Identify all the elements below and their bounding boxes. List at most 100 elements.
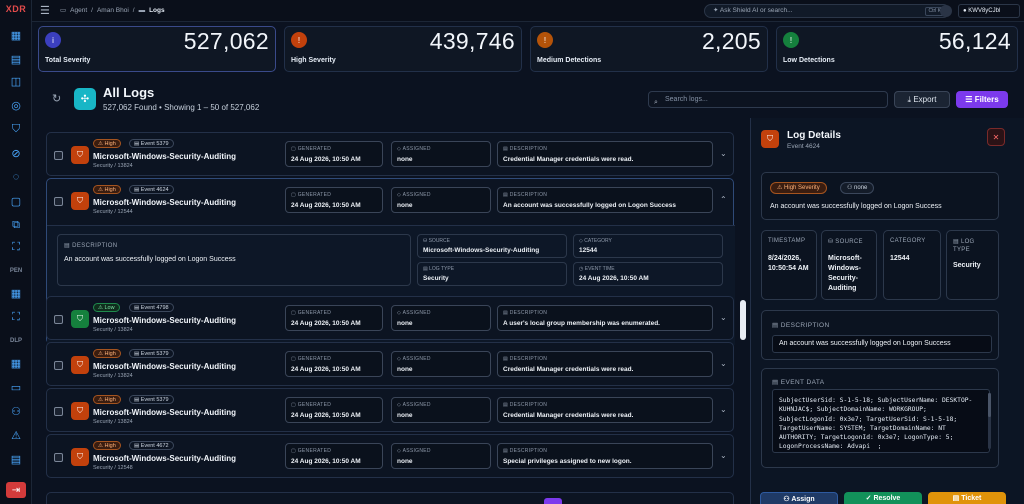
docs-icon[interactable]: ▢	[9, 194, 23, 208]
stat-label: High Severity	[291, 57, 336, 64]
assistant-fab[interactable]	[544, 498, 562, 504]
filters-button[interactable]: ☰ Filters	[956, 91, 1008, 108]
shield-nav-icon[interactable]: ⛉	[9, 122, 23, 136]
description-label: ▤ DESCRIPTION	[503, 448, 548, 454]
log-meta: Security / 12548	[93, 465, 133, 471]
alert-icon[interactable]: ◌	[9, 170, 23, 184]
resolve-label: Resolve	[873, 495, 901, 502]
chevron-down-icon[interactable]: ⌄	[720, 359, 727, 368]
timestamp-card: TIMESTAMP 8/24/2026, 10:50:54 AM	[761, 230, 817, 300]
breadcrumb-item[interactable]: Agent	[70, 7, 87, 14]
generated-label: ▢ GENERATED	[291, 448, 332, 454]
menu-icon[interactable]: ☰	[40, 4, 50, 17]
log-row[interactable]: ⛉ ⚠ High ▤ Event 4672 Microsoft-Windows-Sec…	[46, 434, 734, 478]
dlp-monitor-icon[interactable]: ▭	[9, 380, 23, 394]
stat-card-medium[interactable]: ! 2,205 Medium Detections	[530, 26, 768, 72]
endpoint-icon[interactable]: ▤	[9, 52, 23, 66]
event-data-box: ▤ EVENT DATA SubjectUserSid: S-1-5-18; S…	[761, 368, 999, 468]
stats-row: i 527,062 Total Severity ! 439,746 High …	[38, 26, 1018, 72]
description-value: An account was successfully logged on Lo…	[503, 202, 677, 209]
stat-card-high[interactable]: ! 439,746 High Severity	[284, 26, 522, 72]
logs-icon: ✣	[74, 88, 96, 110]
row-checkbox[interactable]	[54, 407, 63, 416]
description-field: ▤ DESCRIPTION Special privileges assigned…	[497, 443, 713, 469]
generated-field: ▢ GENERATED 24 Aug 2026, 10:50 AM	[285, 187, 383, 213]
ticket-button[interactable]: ▤ Ticket	[928, 492, 1006, 504]
block-icon[interactable]: ⊘	[9, 146, 23, 160]
row-checkbox[interactable]	[54, 453, 63, 462]
monitor-icon[interactable]: ◫	[9, 74, 23, 88]
logout-icon[interactable]: ⇥	[6, 482, 26, 498]
severity-badge: ⚠ High	[93, 185, 121, 194]
event-data-scrollbar[interactable]	[988, 393, 991, 449]
logtype-label: ▤ LOG TYPE	[953, 239, 975, 253]
chevron-down-icon[interactable]: ⌄	[720, 451, 727, 460]
radar-icon[interactable]: ◎	[9, 98, 23, 112]
report-icon[interactable]: ▤	[9, 452, 23, 466]
theme-toggle-icon[interactable]	[940, 5, 952, 17]
row-checkbox[interactable]	[54, 151, 63, 160]
severity-label: High	[104, 443, 116, 449]
assigned-value: none	[397, 458, 413, 465]
description-value: Credential Manager credentials were read…	[503, 156, 634, 163]
assigned-field: ◇ ASSIGNED none	[391, 141, 491, 167]
close-icon[interactable]: ✕	[987, 128, 1005, 146]
log-row[interactable]: ⛉ ⚠ High ▤ Event 5379 Microsoft-Windows-Sec…	[46, 388, 734, 432]
warning-icon: !	[537, 32, 553, 48]
stat-value: 527,062	[183, 28, 269, 54]
generated-field: ▢ GENERATED 24 Aug 2026, 10:50 AM	[285, 443, 383, 469]
generated-field: ▢ GENERATED 24 Aug 2026, 10:50 AM	[285, 305, 383, 331]
export-button[interactable]: ⤓ Export	[894, 91, 950, 108]
severity-label: High	[104, 141, 116, 147]
severity-badge: ⚠ High	[93, 139, 121, 148]
expanded-eventtime: ◷ EVENT TIME 24 Aug 2026, 10:50 AM	[573, 262, 723, 286]
row-checkbox[interactable]	[54, 315, 63, 324]
refresh-icon[interactable]: ↻	[52, 92, 61, 105]
event-data-header: ▤ EVENT DATA	[772, 379, 825, 386]
row-checkbox[interactable]	[54, 197, 63, 206]
pen-grid-icon[interactable]: ▦	[9, 286, 23, 300]
scan-icon[interactable]: ⛶	[9, 240, 23, 254]
generated-field: ▢ GENERATED 24 Aug 2026, 10:50 AM	[285, 351, 383, 377]
chevron-down-icon[interactable]: ⌄	[720, 149, 727, 158]
stat-label: Total Severity	[45, 57, 91, 64]
generated-value: 24 Aug 2026, 10:50 AM	[291, 156, 361, 163]
filters-label: Filters	[974, 95, 999, 104]
chevron-up-icon[interactable]: ⌃	[720, 195, 727, 204]
network-icon[interactable]: ⧉	[9, 218, 23, 232]
source-label: ⛁ SOURCE	[828, 239, 863, 245]
user-name: KWV8yCJbl	[968, 8, 1001, 14]
expanded-description-value: An account was successfully logged on Lo…	[64, 256, 236, 263]
severity-label: Low	[104, 305, 115, 311]
ticket-label: Ticket	[961, 495, 982, 502]
resolve-button[interactable]: ✓ Resolve	[844, 492, 922, 504]
event-data-scroll-thumb[interactable]	[988, 393, 991, 417]
breadcrumb-item[interactable]: Aman Bhoi	[97, 7, 129, 14]
assigned-value: none	[397, 320, 413, 327]
ai-search-box[interactable]: ✦ Ask Shield AI or search... Ctrl K	[704, 4, 950, 18]
search-input[interactable]: ⌕ Search logs...	[648, 91, 888, 108]
warning-nav-icon[interactable]: ⚠	[9, 428, 23, 442]
stat-card-low[interactable]: ! 56,124 Low Detections	[776, 26, 1018, 72]
dashboard-icon[interactable]: ▦	[9, 28, 23, 42]
chevron-down-icon[interactable]: ⌄	[720, 313, 727, 322]
log-row[interactable]: ⛉ ⚠ High ▤ Event 5379 Microsoft-Windows-Sec…	[46, 342, 734, 386]
users-icon[interactable]: ⚇	[9, 404, 23, 418]
dlp-grid-icon[interactable]: ▦	[9, 356, 23, 370]
event-badge: ▤ Event 5379	[129, 395, 174, 404]
row-checkbox[interactable]	[54, 361, 63, 370]
scrollbar-thumb[interactable]	[740, 300, 746, 340]
stat-card-total[interactable]: i 527,062 Total Severity	[38, 26, 276, 72]
event-data-content[interactable]: SubjectUserSid: S-1-5-18; SubjectUserNam…	[772, 389, 990, 453]
pen-scan-icon[interactable]: ⛶	[9, 310, 23, 324]
assign-button[interactable]: ⚇ Assign	[760, 492, 838, 504]
user-menu[interactable]: ● KWV8yCJbl	[958, 4, 1020, 18]
log-row[interactable]: ⛉ ⚠ High ▤ Event 5379 Microsoft-Windows-Sec…	[46, 132, 734, 176]
log-row[interactable]	[46, 492, 734, 504]
folder-icon: ▬	[138, 6, 146, 14]
chevron-down-icon[interactable]: ⌄	[720, 405, 727, 414]
scrollbar[interactable]	[738, 120, 748, 504]
description-label: ▤ DESCRIPTION	[503, 402, 548, 408]
description-field: ▤ DESCRIPTION Credential Manager credenti…	[497, 351, 713, 377]
log-row[interactable]: ⛉ ⚠ Low ▤ Event 4798 Microsoft-Windows-Secu…	[46, 296, 734, 340]
